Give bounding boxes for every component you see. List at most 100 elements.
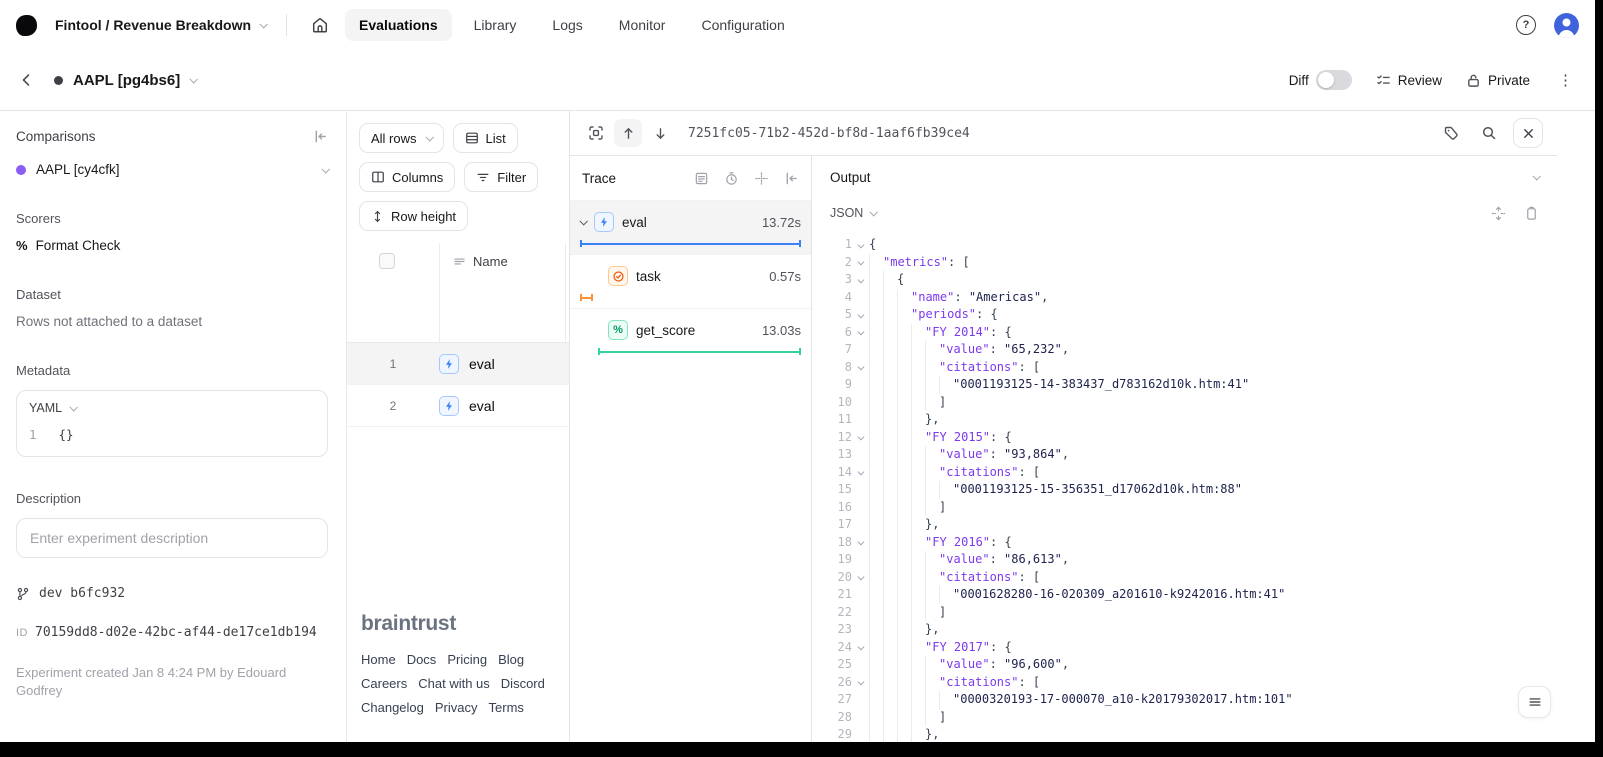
json-key: "metrics" (883, 254, 948, 272)
trace-span-row[interactable]: task0.57s (570, 254, 811, 308)
json-string: "0001193125-14-383437_d783162d10k.htm:41… (953, 376, 1249, 394)
list-view-button[interactable]: List (453, 123, 518, 153)
rows-filter-dropdown[interactable]: All rows (359, 123, 444, 153)
filter-button[interactable]: Filter (464, 162, 538, 192)
span-notes-icon[interactable] (694, 171, 709, 186)
fold-chevron-icon[interactable] (852, 534, 869, 552)
line-number: 25 (822, 656, 852, 674)
comparison-experiment-item[interactable]: AAPL [cy4cfk] (16, 162, 328, 177)
chevron-down-icon (425, 133, 433, 141)
metadata-content[interactable]: {} (59, 427, 74, 442)
fold-chevron-icon[interactable] (852, 429, 869, 447)
tab-logs[interactable]: Logs (538, 9, 596, 41)
line-number: 18 (822, 534, 852, 552)
line-number: 9 (822, 376, 852, 394)
private-button[interactable]: Private (1466, 73, 1530, 88)
scorer-item[interactable]: % Format Check (16, 238, 328, 253)
tab-monitor[interactable]: Monitor (605, 9, 680, 41)
fold-chevron-icon[interactable] (852, 464, 869, 482)
table-row[interactable]: 2eval (347, 385, 569, 427)
tab-evaluations[interactable]: Evaluations (345, 9, 452, 41)
experiment-id[interactable]: 70159dd8-d02e-42bc-af44-de17ce1db194 (35, 625, 317, 640)
braintrust-logo-icon[interactable] (16, 15, 37, 36)
trace-span-row[interactable]: %get_score13.03s (570, 308, 811, 362)
footer-link-docs[interactable]: Docs (407, 652, 437, 667)
timer-icon[interactable] (724, 171, 739, 186)
indent-guide (883, 656, 897, 674)
select-all-checkbox[interactable] (379, 253, 395, 269)
floating-menu-button[interactable] (1518, 686, 1551, 718)
footer-link-discord[interactable]: Discord (501, 676, 545, 691)
collapse-tree-icon[interactable] (784, 171, 799, 186)
comparison-name: AAPL [cy4cfk] (36, 162, 120, 177)
footer-link-careers[interactable]: Careers (361, 676, 407, 691)
more-options-icon[interactable]: ⋮ (1554, 71, 1577, 89)
output-section-header[interactable]: Output (812, 156, 1557, 198)
description-input[interactable] (16, 518, 328, 558)
indent-guide (925, 691, 939, 709)
fold-chevron-icon[interactable] (852, 324, 869, 342)
close-panel-button[interactable] (1513, 118, 1543, 148)
footer-link-home[interactable]: Home (361, 652, 396, 667)
fold-chevron-icon[interactable] (852, 236, 869, 254)
trace-id[interactable]: 7251fc05-71b2-452d-bf8d-1aaf6fb39ce4 (688, 126, 970, 141)
home-icon[interactable] (305, 10, 335, 40)
collapse-panel-icon[interactable] (313, 129, 328, 144)
previous-row-button[interactable] (614, 119, 642, 147)
copy-icon[interactable] (1524, 206, 1539, 221)
fold-chevron-icon[interactable] (852, 674, 869, 692)
align-span-icon[interactable] (754, 171, 769, 186)
metadata-editor[interactable]: YAML 1 {} (16, 390, 328, 457)
fold-chevron-icon[interactable] (852, 271, 869, 289)
search-icon[interactable] (1475, 119, 1503, 147)
diff-toggle[interactable] (1316, 70, 1352, 90)
indent-guide (911, 464, 925, 482)
project-breadcrumb[interactable]: Fintool / Revenue Breakdown (55, 17, 266, 33)
footer-link-terms[interactable]: Terms (489, 700, 524, 715)
json-key: "citations" (939, 464, 1018, 482)
footer-link-pricing[interactable]: Pricing (447, 652, 487, 667)
expand-fullscreen-icon[interactable] (582, 119, 610, 147)
fold-chevron-icon[interactable] (852, 639, 869, 657)
format-selector[interactable]: JSON (830, 206, 876, 220)
git-branch-label[interactable]: dev b6fc932 (39, 586, 125, 601)
table-row[interactable]: 1eval (347, 343, 569, 385)
bar-line (582, 243, 799, 245)
line-number: 5 (822, 306, 852, 324)
footer-link-privacy[interactable]: Privacy (435, 700, 478, 715)
fold-spacer (852, 376, 869, 394)
experiment-title[interactable]: AAPL [pg4bs6] (54, 72, 196, 89)
user-avatar[interactable] (1554, 13, 1579, 38)
footer-link-changelog[interactable]: Changelog (361, 700, 424, 715)
name-column-header[interactable]: Name (453, 254, 508, 269)
line-number: 17 (822, 516, 852, 534)
footer-link-chat-with-us[interactable]: Chat with us (418, 676, 490, 691)
tab-library[interactable]: Library (460, 9, 531, 41)
chevron-down-icon[interactable] (579, 217, 587, 225)
tab-configuration[interactable]: Configuration (687, 9, 798, 41)
columns-button[interactable]: Columns (359, 162, 455, 192)
row-height-button[interactable]: Row height (359, 201, 468, 231)
json-punctuation: , (1062, 341, 1069, 359)
indent-guide (911, 411, 925, 429)
indent-guide (897, 376, 911, 394)
metadata-mode-select[interactable]: YAML (29, 401, 62, 415)
tag-icon[interactable] (1437, 119, 1465, 147)
fold-chevron-icon[interactable] (852, 569, 869, 587)
footer-link-blog[interactable]: Blog (498, 652, 524, 667)
back-button[interactable] (18, 72, 34, 88)
json-punctuation: }, (925, 516, 939, 534)
dataset-title: Dataset (16, 287, 328, 302)
json-code-viewer[interactable]: 1{2"metrics": [3{4"name": "Americas",5"p… (812, 228, 1557, 742)
span-timeline-track (580, 347, 801, 356)
fold-chevron-icon[interactable] (852, 359, 869, 377)
help-icon[interactable]: ? (1516, 15, 1536, 35)
code-line: 9 "0001193125-14-383437_d783162d10k.htm:4… (822, 376, 1557, 394)
fold-chevron-icon[interactable] (852, 306, 869, 324)
trace-span-row[interactable]: eval13.72s (570, 200, 811, 254)
review-button[interactable]: Review (1376, 73, 1442, 88)
expand-json-icon[interactable] (1491, 206, 1506, 221)
experiment-status-dot (54, 76, 63, 85)
next-row-button[interactable] (646, 119, 674, 147)
fold-chevron-icon[interactable] (852, 254, 869, 272)
